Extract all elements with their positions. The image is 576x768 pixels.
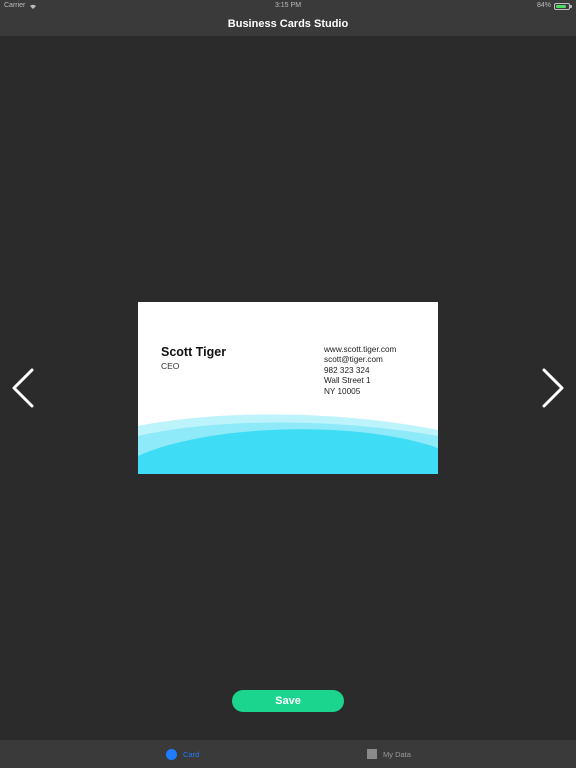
tab-card[interactable]: Card (166, 740, 199, 768)
previous-card-button[interactable] (10, 366, 38, 410)
page-title: Business Cards Studio (227, 18, 349, 30)
circle-icon (166, 748, 177, 760)
business-card: Scott Tiger CEO www.scott.tiger.com scot… (138, 302, 438, 474)
next-card-button[interactable] (538, 366, 566, 410)
save-button[interactable]: Save (232, 690, 344, 712)
battery-percent: 84% (536, 2, 551, 9)
card-city: NY 10005 (324, 386, 361, 396)
status-right: 84% (536, 0, 572, 12)
status-time: 3:15 PM (274, 2, 302, 9)
chevron-right-icon (542, 368, 564, 408)
card-email: scott@tiger.com (324, 355, 383, 365)
tab-my-data[interactable]: My Data (367, 740, 411, 768)
status-bar: Carrier 3:15 PM 84% (0, 0, 576, 12)
tab-card-label: Card (183, 749, 200, 759)
nav-bar: Business Cards Studio (0, 12, 576, 36)
square-icon (367, 749, 377, 759)
card-website: www.scott.tiger.com (324, 345, 397, 354)
card-wave-decoration (138, 414, 438, 474)
tab-bar: Card My Data (0, 740, 576, 768)
card-street: Wall Street 1 (324, 376, 371, 386)
battery-fill (556, 4, 566, 8)
card-phone: 982 323 324 (324, 365, 370, 375)
card-job-title: CEO (161, 361, 180, 371)
tab-my-data-label: My Data (383, 749, 411, 759)
card-contact: www.scott.tiger.com scott@tiger.com 982 … (324, 345, 396, 397)
card-name: Scott Tiger (161, 345, 227, 359)
chevron-left-icon (12, 368, 34, 408)
battery-icon (554, 2, 572, 10)
battery-tip (570, 4, 572, 8)
